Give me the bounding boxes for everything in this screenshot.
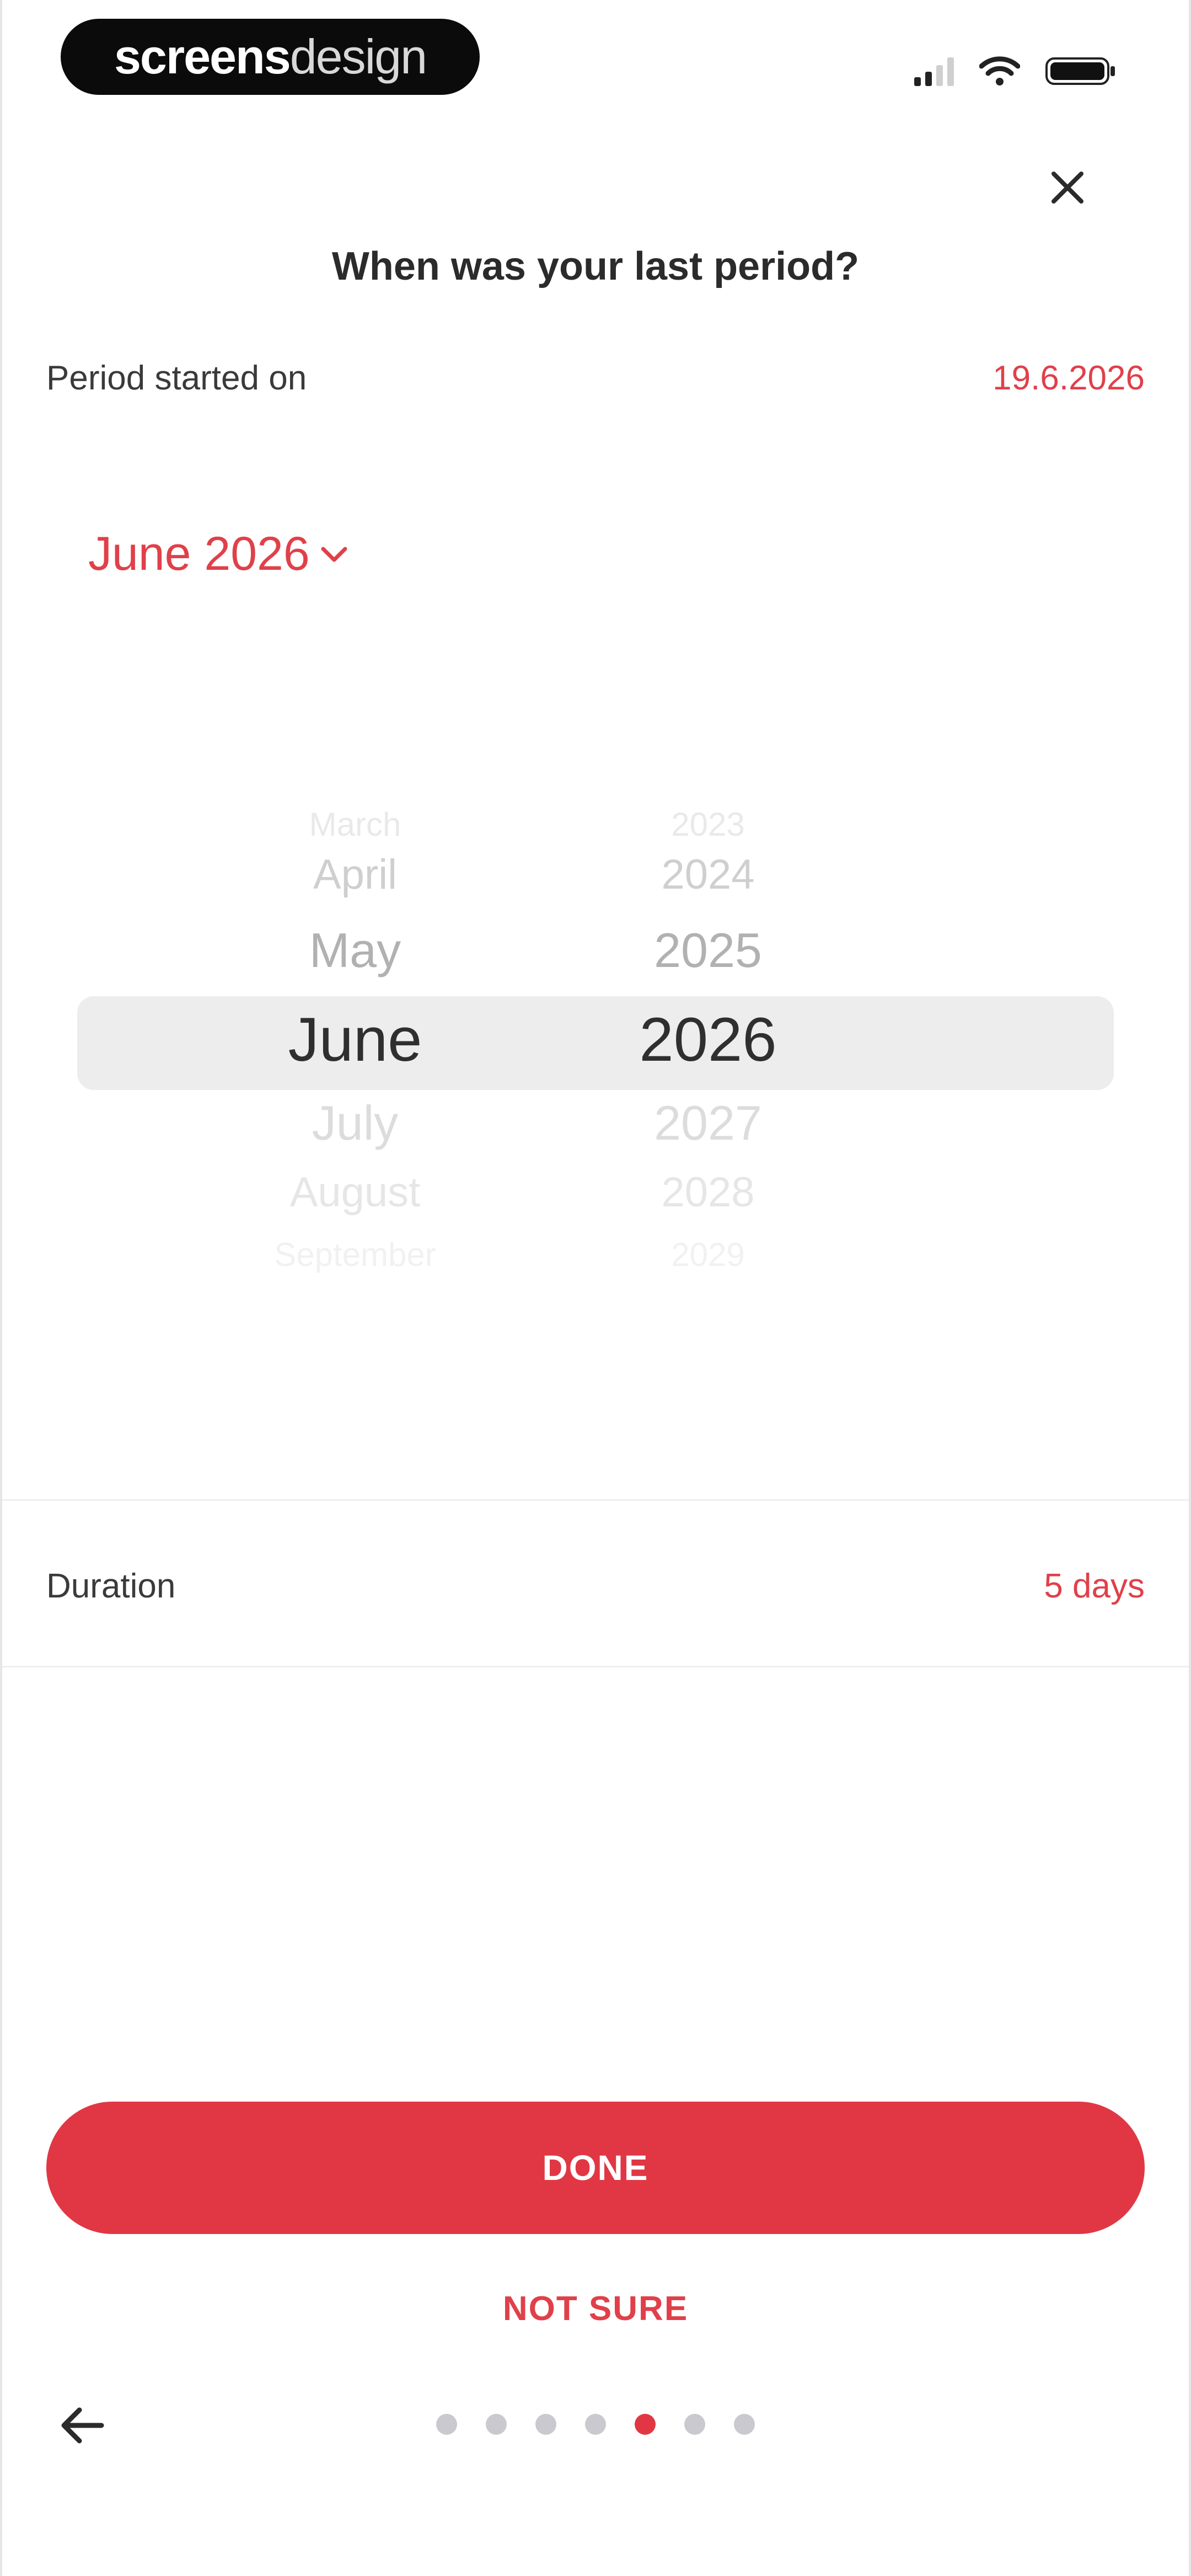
status-icons	[914, 53, 1117, 86]
month-year-picker[interactable]: March April May June July August Septemb…	[2, 789, 1189, 1285]
duration-row[interactable]: Duration 5 days	[46, 1561, 1145, 1611]
period-start-label: Period started on	[46, 359, 307, 397]
not-sure-button[interactable]: NOT SURE	[2, 2289, 1189, 2328]
pagination-dot[interactable]	[585, 2414, 606, 2435]
pagination-dots	[2, 2414, 1189, 2435]
battery-icon	[1045, 55, 1117, 86]
month-year-label: June 2026	[88, 527, 310, 580]
chevron-down-icon	[321, 547, 347, 562]
pagination-dot[interactable]	[684, 2414, 705, 2435]
month-year-toggle[interactable]: June 2026	[88, 527, 351, 581]
duration-label: Duration	[46, 1567, 176, 1605]
month-option-selected[interactable]: June	[162, 1004, 548, 1075]
pagination-dot-active[interactable]	[635, 2414, 656, 2435]
year-option[interactable]: 2027	[515, 1095, 901, 1151]
year-option[interactable]: 2029	[515, 1236, 901, 1274]
year-option[interactable]: 2023	[515, 805, 901, 843]
year-option[interactable]: 2024	[515, 851, 901, 899]
close-icon	[1051, 172, 1083, 204]
pagination-dot[interactable]	[486, 2414, 507, 2435]
month-option[interactable]: March	[162, 805, 548, 843]
period-start-row[interactable]: Period started on 19.6.2026	[46, 353, 1145, 403]
month-wheel[interactable]: March April May June July August Septemb…	[179, 789, 565, 1285]
year-wheel[interactable]: 2023 2024 2025 2026 2027 2028 2029	[595, 789, 981, 1285]
brand-text-bold: screens	[114, 29, 291, 84]
page-title: When was your last period?	[331, 244, 860, 288]
brand-watermark: screens design	[61, 19, 480, 95]
month-option[interactable]: July	[162, 1095, 548, 1151]
cellular-signal-icon	[914, 56, 954, 86]
year-option[interactable]: 2028	[515, 1168, 901, 1216]
pagination-dot[interactable]	[734, 2414, 755, 2435]
pagination-dot[interactable]	[436, 2414, 457, 2435]
close-button[interactable]	[1040, 160, 1095, 215]
wifi-icon	[979, 55, 1020, 86]
month-option[interactable]: April	[162, 851, 548, 899]
year-option[interactable]: 2025	[515, 922, 901, 979]
brand-text-light: design	[289, 29, 427, 84]
year-option-selected[interactable]: 2026	[515, 1004, 901, 1075]
duration-value: 5 days	[1044, 1567, 1145, 1605]
divider	[2, 1499, 1189, 1501]
month-option[interactable]: September	[162, 1236, 548, 1274]
month-option[interactable]: May	[162, 922, 548, 979]
period-start-value: 19.6.2026	[993, 359, 1145, 397]
pagination-dot[interactable]	[535, 2414, 556, 2435]
screen: screens design When was your last period…	[0, 0, 1191, 2576]
done-button[interactable]: DONE	[46, 2102, 1145, 2234]
divider	[2, 1666, 1189, 1668]
month-option[interactable]: August	[162, 1168, 548, 1216]
